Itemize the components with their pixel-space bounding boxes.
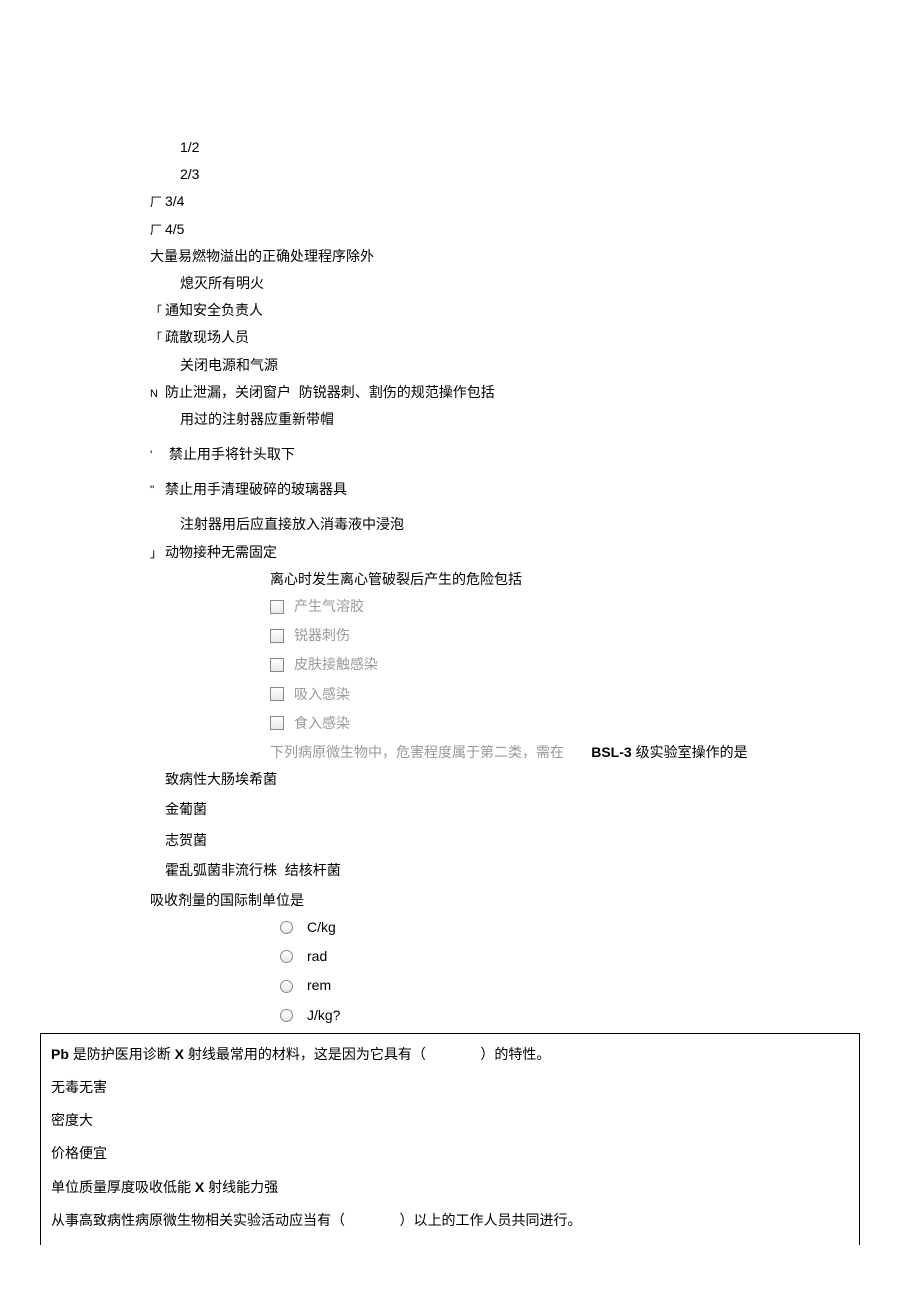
q3-option-5: 」动物接种无需固定 (150, 540, 900, 565)
q3-option-1: 用过的注射器应重新带帽 (150, 407, 900, 432)
boxed-section: Pb 是防护医用诊断 X 射线最常用的材料，这是因为它具有（ ）的特性。 无毒无… (40, 1033, 860, 1245)
q2-option-2: 「通知安全负责人 (150, 298, 900, 323)
q4-option-3[interactable]: 皮肤接触感染 (270, 652, 900, 677)
q5-stem: 下列病原微生物中，危害程度属于第二类，需在 BSL-3 级实验室操作的是 (150, 740, 900, 765)
q6-stem: 吸收剂量的国际制单位是 (150, 888, 900, 913)
q6-option-4[interactable]: J/kg? (280, 1003, 900, 1028)
q4-option-4[interactable]: 吸入感染 (270, 682, 900, 707)
q5-option-4-5: 霍乱弧菌非流行株 结核杆菌 (150, 858, 900, 883)
q2-stem: 大量易燃物溢出的正确处理程序除外 (150, 244, 900, 269)
q8-stem: 从事高致病性病原微生物相关实验活动应当有（ ）以上的工作人员共同进行。 (49, 1208, 851, 1233)
q6-option-2[interactable]: rad (280, 944, 900, 969)
checkbox-icon[interactable] (270, 658, 284, 672)
checkbox-icon[interactable] (270, 600, 284, 614)
q3-option-4: 注射器用后应直接放入消毒液中浸泡 (150, 512, 900, 537)
q5-option-3: 志贺菌 (150, 828, 900, 853)
q7-option-4: 单位质量厚度吸收低能 X 射线能力强 (49, 1175, 851, 1200)
radio-icon[interactable] (280, 980, 293, 993)
q4-stem: 离心时发生离心管破裂后产生的危险包括 (150, 567, 900, 592)
q4-option-5[interactable]: 食入感染 (270, 711, 900, 736)
checkbox-icon[interactable] (270, 687, 284, 701)
q6-option-1[interactable]: C/kg (280, 915, 900, 940)
radio-icon[interactable] (280, 950, 293, 963)
q6-option-3[interactable]: rem (280, 973, 900, 998)
radio-icon[interactable] (280, 1009, 293, 1022)
checkbox-icon[interactable] (270, 716, 284, 730)
q2-option-1: 熄灭所有明火 (150, 271, 900, 296)
q2-option-4: 关闭电源和气源 (150, 353, 900, 378)
checkbox-icon[interactable] (270, 629, 284, 643)
q5-option-1: 致病性大肠埃希菌 (150, 767, 900, 792)
q5-option-2: 金葡菌 (150, 797, 900, 822)
q4-option-2[interactable]: 锐器刺伤 (270, 623, 900, 648)
q7-stem: Pb 是防护医用诊断 X 射线最常用的材料，这是因为它具有（ ）的特性。 (49, 1042, 851, 1067)
q7-option-3: 价格便宜 (49, 1141, 851, 1166)
q4-option-1[interactable]: 产生气溶胶 (270, 594, 900, 619)
q7-option-1: 无毒无害 (49, 1075, 851, 1100)
q1-option-4: 厂4/5 (150, 217, 900, 242)
q1-option-3: 厂3/4 (150, 189, 900, 214)
q1-option-1: 1/2 (150, 135, 900, 160)
q3-option-2: ' 禁止用手将针头取下 (150, 442, 900, 467)
q7-option-2: 密度大 (49, 1108, 851, 1133)
q2-option-5-q3-stem: N防止泄漏，关闭窗户 防锐器刺、割伤的规范操作包括 (150, 380, 900, 405)
radio-icon[interactable] (280, 921, 293, 934)
q2-option-3: 「疏散现场人员 (150, 325, 900, 350)
q3-option-3: "禁止用手清理破碎的玻璃器具 (150, 477, 900, 502)
q1-option-2: 2/3 (150, 162, 900, 187)
